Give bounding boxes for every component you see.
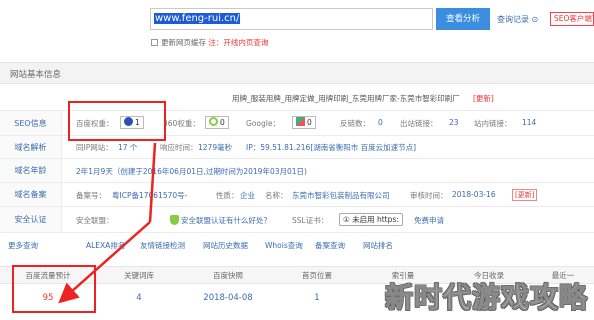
- watermark: 新时代游戏攻略: [384, 281, 588, 315]
- arrow-to-traffic: [58, 221, 151, 304]
- annotation-arrows: [58, 142, 157, 304]
- arrow-down: [148, 142, 157, 223]
